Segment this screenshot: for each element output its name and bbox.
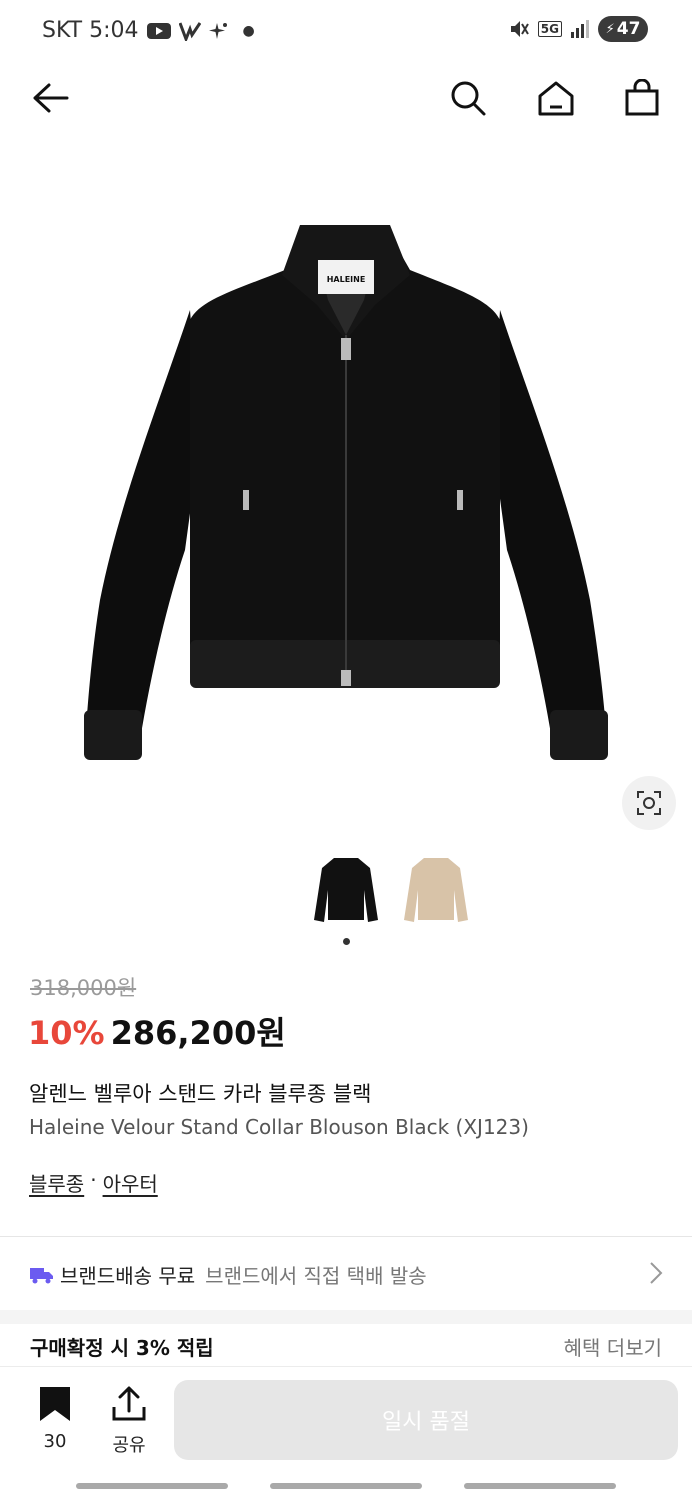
charging-icon: ⚡ xyxy=(605,21,615,37)
benefits-more-link[interactable]: 혜택 더보기 xyxy=(564,1332,662,1361)
points-benefit-row: 구매확정 시 3% 적립 혜택 더보기 xyxy=(0,1324,692,1368)
home-icon xyxy=(538,81,574,116)
product-name-english: Haleine Velour Stand Collar Blouson Blac… xyxy=(29,1115,529,1139)
truck-icon xyxy=(30,1267,53,1283)
share-button[interactable]: 공유 xyxy=(100,1385,158,1456)
discount-rate: 10% xyxy=(28,1014,105,1052)
delivery-info: 브랜드배송 무료 브랜드에서 직접 택배 발송 xyxy=(30,1260,427,1289)
category-breadcrumb: 블루종 · 아우터 xyxy=(29,1168,158,1197)
chevron-right-icon xyxy=(650,1262,663,1284)
thumbnail-beige[interactable] xyxy=(398,850,474,930)
product-name-korean: 알렌느 벨루아 스탠드 카라 블루종 블랙 xyxy=(29,1082,372,1106)
battery-indicator: ⚡ 47 xyxy=(598,16,648,42)
original-price: 318,000원 xyxy=(30,976,137,1000)
price-row: 10% 286,200원 xyxy=(28,1008,286,1054)
signal-icon xyxy=(571,20,589,38)
share-icon xyxy=(112,1386,146,1421)
category-separator: · xyxy=(90,1168,97,1192)
search-button[interactable] xyxy=(446,76,490,120)
section-spacer xyxy=(0,1310,692,1324)
network-type: 5G xyxy=(537,21,562,37)
status-right: 5G ⚡ 47 xyxy=(508,16,648,42)
delivery-subtitle: 브랜드에서 직접 택배 발송 xyxy=(205,1264,427,1288)
youtube-icon xyxy=(146,22,171,39)
carrier-time: SKT 5:04 xyxy=(42,18,139,43)
arrow-left-icon xyxy=(33,83,69,113)
thumbnail-black[interactable] xyxy=(308,850,384,930)
bookmark-count: 30 xyxy=(43,1431,67,1452)
category-link-blouson[interactable]: 블루종 xyxy=(29,1168,84,1197)
lens-icon xyxy=(637,791,661,815)
shopping-bag-icon xyxy=(625,79,659,116)
nav-gesture-bar-center xyxy=(270,1483,422,1489)
product-image[interactable]: HALEINE xyxy=(0,140,692,840)
color-thumbnails xyxy=(0,850,692,930)
home-button[interactable] xyxy=(534,76,578,120)
svg-text:HALEINE: HALEINE xyxy=(327,275,366,284)
cart-button[interactable] xyxy=(620,76,664,120)
black-jacket-thumb xyxy=(314,858,378,922)
top-nav xyxy=(0,62,692,134)
nav-gesture-bar-left xyxy=(76,1483,228,1489)
beige-jacket-thumb xyxy=(404,858,468,922)
jacket-image: HALEINE xyxy=(84,225,608,760)
category-link-outer[interactable]: 아우터 xyxy=(103,1168,158,1197)
sparkle-icon xyxy=(208,22,227,39)
bookmark-icon xyxy=(40,1387,70,1421)
soldout-button[interactable]: 일시 품절 xyxy=(174,1380,678,1460)
section-divider xyxy=(0,1236,692,1237)
visual-search-button[interactable] xyxy=(622,776,676,830)
bookmark-button[interactable]: 30 xyxy=(26,1385,84,1455)
delivery-info-row[interactable]: 브랜드배송 무료 브랜드에서 직접 택배 발송 xyxy=(0,1238,692,1310)
points-label: 구매확정 시 3% 적립 xyxy=(30,1336,214,1360)
search-icon xyxy=(451,81,486,116)
share-label: 공유 xyxy=(112,1435,146,1456)
battery-level: 47 xyxy=(616,19,641,39)
back-button[interactable] xyxy=(28,76,72,120)
delivery-title: 브랜드배송 무료 xyxy=(60,1264,196,1288)
status-bar: SKT 5:04 ● 5G ⚡ 47 xyxy=(0,0,692,62)
nav-gesture-bar-right xyxy=(464,1483,616,1489)
mute-icon xyxy=(510,21,529,37)
carousel-indicator xyxy=(343,938,350,945)
app-notification-icon xyxy=(178,21,201,41)
more-notifications-icon: ● xyxy=(242,22,255,39)
sale-price: 286,200원 xyxy=(110,1014,286,1052)
bottom-action-bar: 30 공유 일시 품절 xyxy=(0,1366,692,1500)
status-left: SKT 5:04 ● xyxy=(42,18,255,43)
